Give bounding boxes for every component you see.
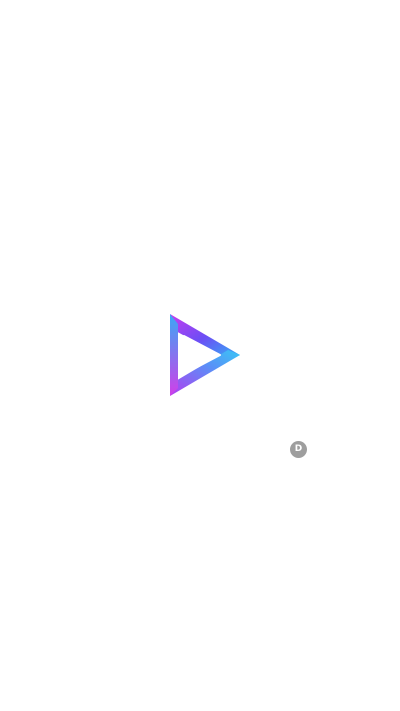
debug-badge[interactable]: D (290, 441, 307, 458)
splash-screen: D (0, 0, 400, 711)
triangle-play-logo-icon (170, 314, 240, 396)
